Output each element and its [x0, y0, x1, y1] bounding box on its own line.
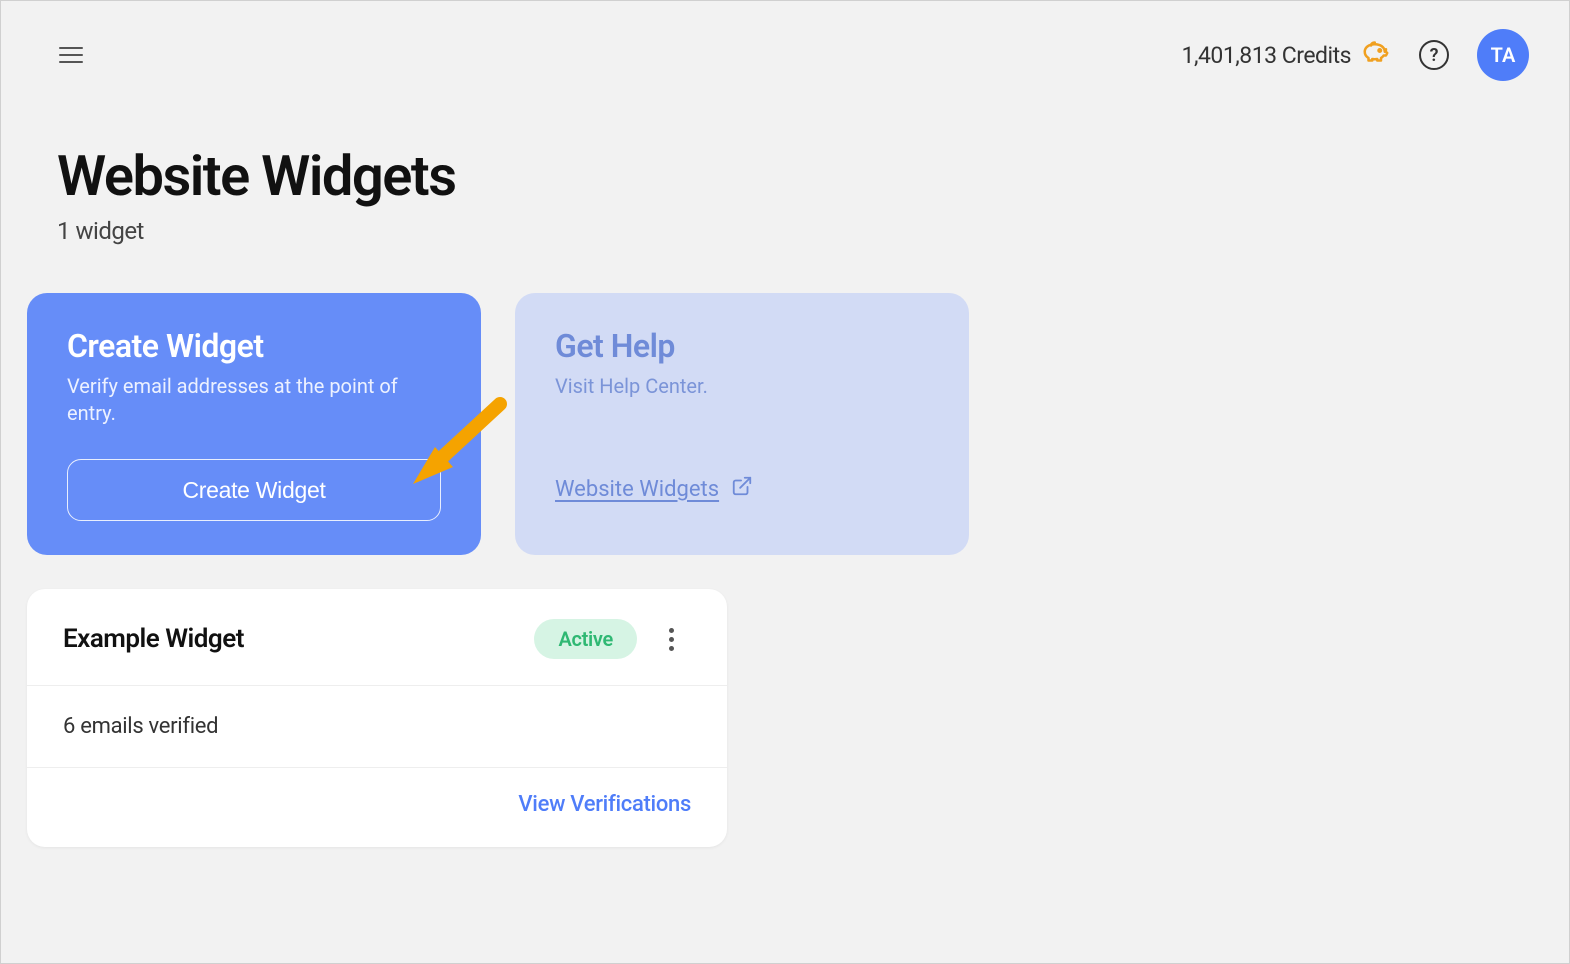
create-widget-card: Create Widget Verify email addresses at …: [27, 293, 481, 555]
widget-summary: 6 emails verified: [27, 686, 727, 768]
widget-card-footer: View Verifications: [27, 768, 727, 847]
top-bar: 1,401,813 Credits ? TA: [1, 1, 1569, 81]
help-card-title: Get Help: [555, 327, 929, 365]
avatar[interactable]: TA: [1477, 29, 1529, 81]
menu-icon[interactable]: [59, 40, 89, 70]
page-subtitle: 1 widget: [57, 217, 1569, 245]
widget-name: Example Widget: [63, 624, 534, 654]
page-header: Website Widgets 1 widget: [1, 81, 1569, 245]
piggy-bank-icon: [1361, 38, 1391, 72]
top-right-group: 1,401,813 Credits ? TA: [1182, 29, 1529, 81]
credits-display[interactable]: 1,401,813 Credits: [1182, 38, 1391, 72]
view-verifications-link[interactable]: View Verifications: [518, 792, 691, 817]
status-badge: Active: [534, 619, 637, 659]
create-card-title: Create Widget: [67, 327, 441, 365]
get-help-card: Get Help Visit Help Center. Website Widg…: [515, 293, 969, 555]
page-title: Website Widgets: [57, 143, 1569, 209]
help-center-link[interactable]: Website Widgets: [555, 475, 753, 521]
create-card-description: Verify email addresses at the point of e…: [67, 373, 441, 427]
create-widget-button[interactable]: Create Widget: [67, 459, 441, 521]
external-link-icon: [731, 475, 753, 503]
widget-card: Example Widget Active 6 emails verified …: [27, 589, 727, 847]
credits-text: 1,401,813 Credits: [1182, 42, 1351, 69]
promo-cards-row: Create Widget Verify email addresses at …: [1, 245, 1569, 555]
widget-card-header: Example Widget Active: [27, 589, 727, 686]
avatar-initials: TA: [1491, 43, 1516, 67]
help-card-description: Visit Help Center.: [555, 373, 929, 400]
help-link-label: Website Widgets: [555, 477, 719, 502]
more-options-icon[interactable]: [651, 619, 691, 659]
help-icon[interactable]: ?: [1419, 40, 1449, 70]
